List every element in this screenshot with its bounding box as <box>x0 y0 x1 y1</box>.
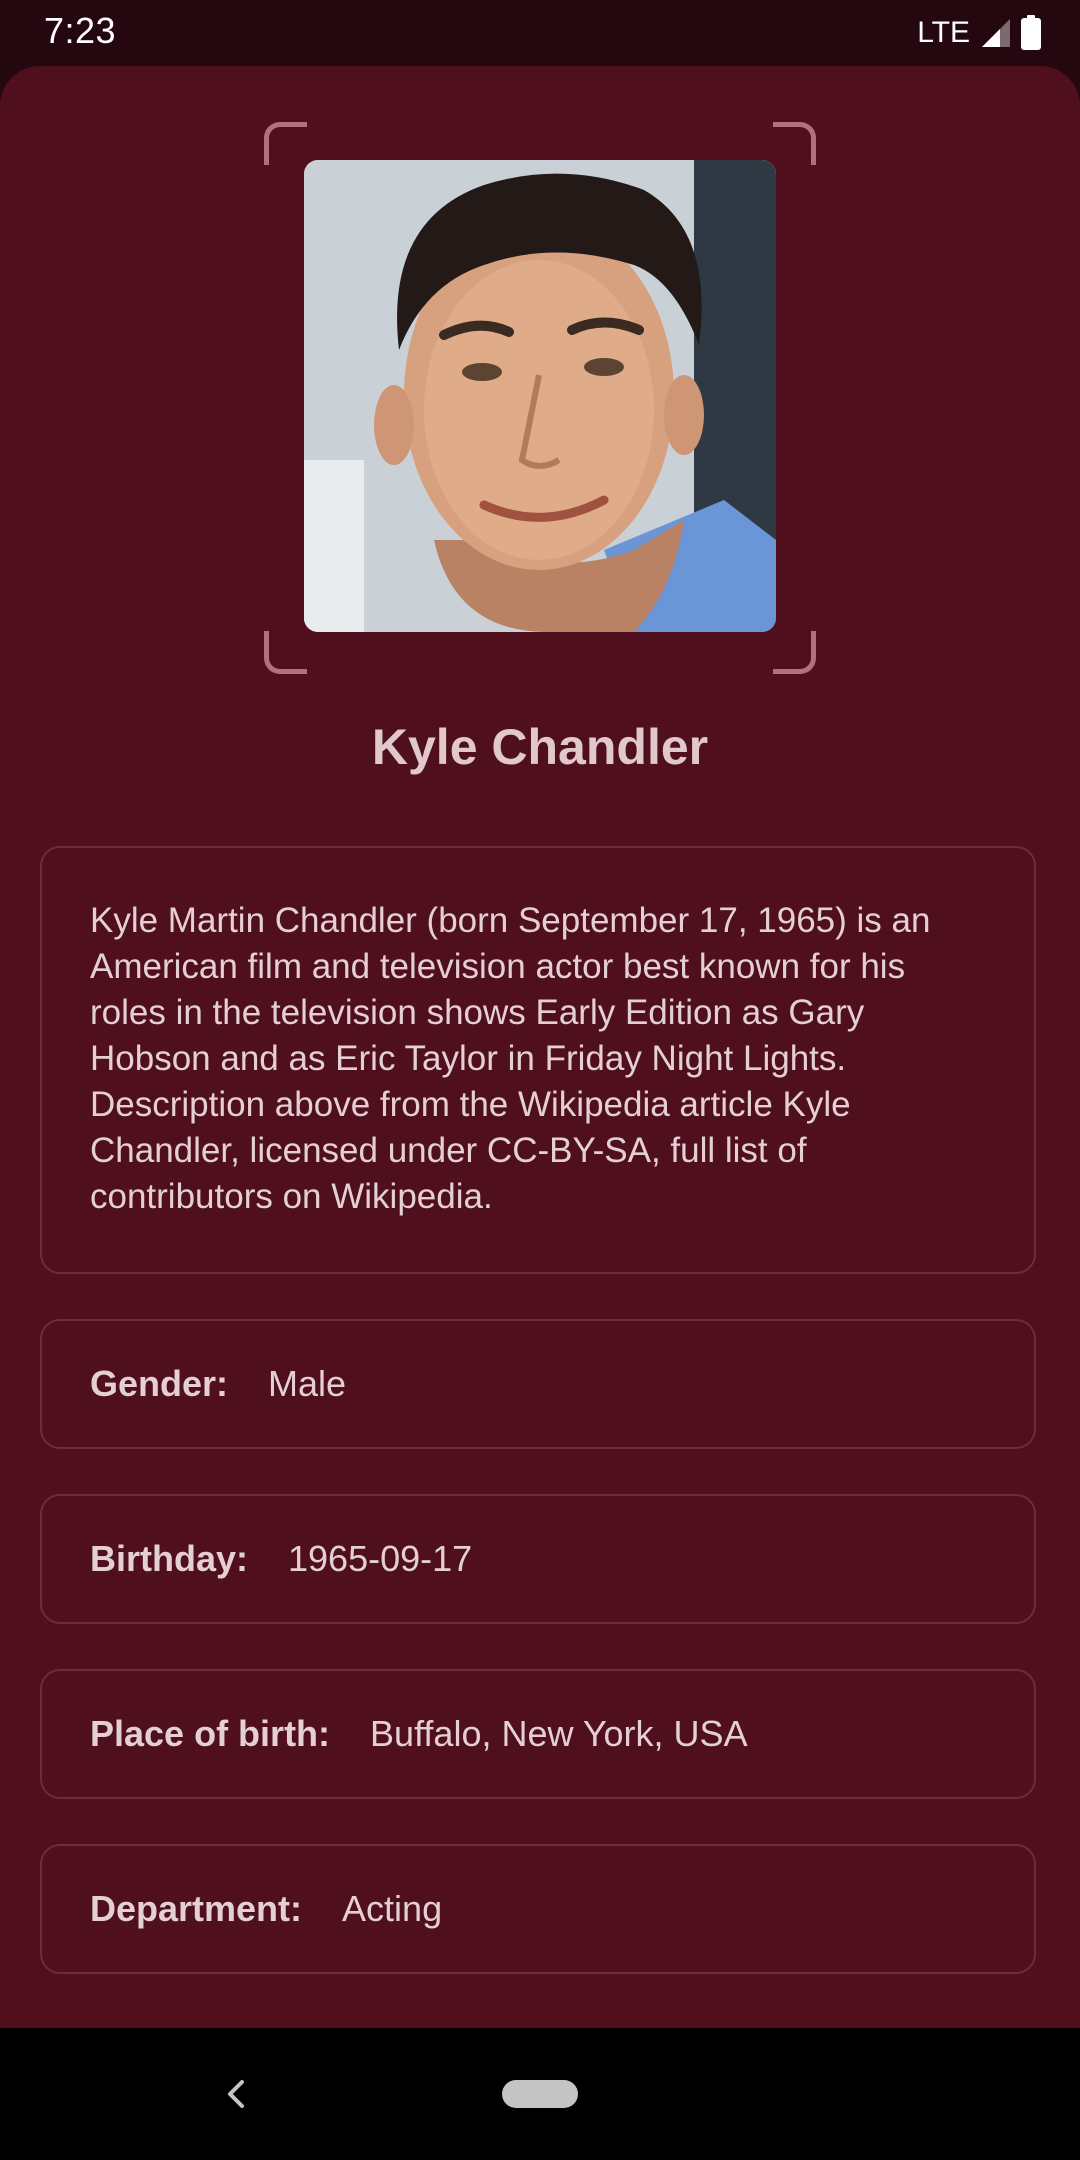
place-of-birth-value: Buffalo, New York, USA <box>370 1713 748 1754</box>
gender-value: Male <box>268 1363 347 1404</box>
portrait-photo <box>304 160 776 632</box>
person-name: Kyle Chandler <box>371 719 709 775</box>
department-card: Department: Acting <box>40 1844 1036 1974</box>
gender-label: Gender: <box>90 1363 229 1404</box>
battery-icon <box>1020 15 1042 51</box>
signal-icon <box>980 17 1012 49</box>
status-time: 7:23 <box>44 10 117 51</box>
gender-card: Gender: Male <box>40 1319 1036 1449</box>
biography-card: Kyle Martin Chandler (born September 17,… <box>40 846 1036 1274</box>
department-value: Acting <box>342 1888 443 1929</box>
department-label: Department: <box>90 1888 303 1929</box>
network-type-label: LTE <box>917 16 970 49</box>
navigation-bar <box>0 2028 1080 2160</box>
frame-corner-bottom-left <box>264 631 307 674</box>
person-detail-sheet: Kyle Chandler Kyle Martin Chandler (born… <box>0 66 1080 2028</box>
birthday-value: 1965-09-17 <box>288 1538 473 1579</box>
frame-corner-bottom-right <box>773 631 816 674</box>
birthday-card: Birthday: 1965-09-17 <box>40 1494 1036 1624</box>
biography-text: Kyle Martin Chandler (born September 17,… <box>90 901 931 1216</box>
frame-corner-top-left <box>264 122 307 165</box>
status-icons: LTE <box>917 14 1042 52</box>
place-of-birth-card: Place of birth: Buffalo, New York, USA <box>40 1669 1036 1799</box>
back-icon <box>228 2080 244 2108</box>
photo-frame <box>264 122 816 674</box>
place-of-birth-label: Place of birth: <box>90 1713 331 1754</box>
back-button[interactable] <box>214 2072 258 2116</box>
status-bar: 7:23 LTE <box>0 0 1080 66</box>
home-pill-button[interactable] <box>502 2080 578 2108</box>
birthday-label: Birthday: <box>90 1538 249 1579</box>
frame-corner-top-right <box>773 122 816 165</box>
